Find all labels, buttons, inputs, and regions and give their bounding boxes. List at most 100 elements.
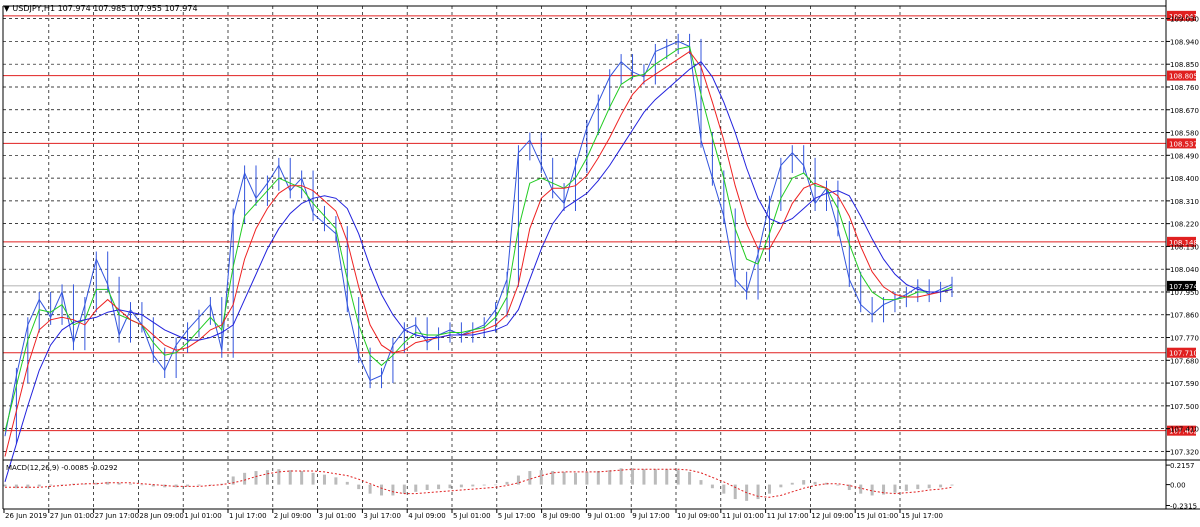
macd-histogram-bar: [596, 471, 600, 485]
x-tick-label: 15 Jul 01:00: [856, 512, 898, 520]
macd-histogram-bar: [585, 471, 589, 485]
chart-header: ▼ USDJPY,H1 107.974 107.985 107.955 107.9…: [4, 4, 198, 13]
x-tick-label: 26 Jun 2019: [5, 512, 47, 520]
x-tick-label: 27 Jun 01:00: [50, 512, 94, 520]
macd-histogram-bar: [471, 484, 475, 487]
macd-histogram-bar: [334, 477, 338, 485]
y-tick-label: 108.040: [1170, 266, 1199, 274]
macd-histogram-bar: [950, 484, 954, 486]
macd-histogram-bar: [140, 484, 144, 486]
macd-histogram-bar: [859, 484, 863, 494]
macd-histogram-bar: [380, 484, 384, 496]
symbol-ohlc-label: USDJPY,H1 107.974 107.985 107.955 107.97…: [12, 4, 198, 13]
y-tick-label: 108.670: [1170, 107, 1199, 115]
x-tick-label: 2 Jul 09:00: [274, 512, 312, 520]
macd-histogram-bar: [37, 484, 41, 487]
macd-histogram-bar: [722, 484, 726, 494]
macd-histogram-bar: [516, 475, 520, 485]
y-tick-label: 108.760: [1170, 84, 1199, 92]
x-tick-label: 9 Jul 17:00: [632, 512, 670, 520]
macd-histogram-bar: [391, 484, 395, 496]
macd-histogram-bar: [265, 470, 269, 485]
x-tick-label: 3 Jul 17:00: [363, 512, 401, 520]
macd-histogram-bar: [129, 483, 133, 485]
macd-histogram-bar: [562, 471, 566, 485]
macd-title: MACD(12,26,9) -0.0085 -0.0292: [6, 464, 118, 472]
y-tick-label: 109.030: [1170, 16, 1199, 24]
macd-histogram-bar: [927, 484, 931, 489]
macd-histogram-bar: [243, 472, 247, 485]
macd-histogram-bar: [870, 484, 874, 496]
macd-histogram-bar: [197, 484, 201, 486]
macd-y-tick-label: 0.2157: [1170, 462, 1195, 470]
x-tick-label: 10 Jul 09:00: [677, 512, 719, 520]
y-tick-label: 108.850: [1170, 61, 1199, 69]
macd-histogram-bar: [505, 481, 509, 485]
price-chart[interactable]: 109.041108.805108.537108.148107.710107.4…: [0, 0, 1200, 523]
macd-histogram-bar: [437, 484, 441, 490]
macd-histogram-bar: [300, 471, 304, 485]
macd-histogram-bar: [813, 481, 817, 485]
y-tick-label: 107.500: [1170, 403, 1199, 411]
x-tick-label: 5 Jul 01:00: [453, 512, 491, 520]
macd-histogram-bar: [802, 480, 806, 485]
macd-histogram-bar: [254, 471, 258, 485]
macd-histogram-bar: [619, 468, 623, 485]
x-tick-label: 11 Jul 01:00: [722, 512, 764, 520]
macd-histogram-bar: [893, 484, 897, 493]
macd-histogram-bar: [288, 470, 292, 485]
triangle-down-icon[interactable]: ▼: [4, 5, 9, 13]
macd-histogram-bar: [836, 484, 840, 486]
y-tick-label: 108.130: [1170, 243, 1199, 251]
macd-histogram-bar: [402, 484, 406, 494]
macd-histogram-bar: [608, 470, 612, 485]
x-tick-label: 3 Jul 01:00: [319, 512, 357, 520]
y-tick-label: 107.320: [1170, 448, 1199, 456]
macd-histogram-bar: [676, 470, 680, 485]
x-tick-label: 9 Jul 01:00: [587, 512, 625, 520]
y-tick-label: 107.860: [1170, 312, 1199, 320]
macd-histogram-bar: [916, 484, 920, 490]
y-tick-label: 107.770: [1170, 335, 1199, 343]
macd-histogram-bar: [904, 484, 908, 491]
y-tick-label: 108.310: [1170, 198, 1199, 206]
macd-histogram-bar: [482, 484, 486, 486]
y-tick-label: 107.590: [1170, 380, 1199, 388]
macd-histogram-bar: [573, 472, 577, 485]
chart-window[interactable]: 109.041 108.805 108.537 108.148 107.710 107.4…: [0, 0, 1200, 523]
macd-histogram-bar: [448, 484, 452, 489]
macd-histogram-bar: [368, 484, 372, 494]
y-tick-label: 108.220: [1170, 221, 1199, 229]
macd-histogram-bar: [322, 474, 326, 485]
macd-histogram-bar: [939, 484, 943, 488]
y-tick-label: 108.490: [1170, 152, 1199, 160]
macd-histogram-bar: [779, 484, 783, 488]
macd-histogram-bar: [3, 484, 7, 487]
macd-histogram-bar: [710, 484, 714, 489]
macd-histogram-bar: [756, 484, 760, 500]
macd-histogram-bar: [231, 476, 235, 485]
level-label: 108.805: [1169, 73, 1198, 81]
macd-histogram-bar: [790, 482, 794, 485]
x-tick-label: 5 Jul 17:00: [498, 512, 536, 520]
macd-histogram-bar: [699, 480, 703, 485]
x-tick-label: 1 Jul 17:00: [229, 512, 267, 520]
macd-histogram-bar: [311, 472, 315, 485]
macd-histogram-bar: [539, 470, 543, 485]
y-tick-label: 108.580: [1170, 130, 1199, 138]
macd-histogram-bar: [688, 471, 692, 485]
x-tick-label: 11 Jul 17:00: [767, 512, 809, 520]
x-tick-label: 8 Jul 09:00: [543, 512, 581, 520]
y-tick-label: 107.950: [1170, 289, 1199, 297]
y-tick-label: 108.940: [1170, 38, 1199, 46]
macd-y-tick-label: -0.2315: [1170, 503, 1197, 511]
macd-histogram-bar: [414, 484, 418, 492]
macd-histogram-bar: [357, 484, 361, 490]
x-tick-label: 4 Jul 09:00: [408, 512, 446, 520]
x-tick-label: 1 Jul 01:00: [184, 512, 222, 520]
macd-histogram-bar: [49, 484, 53, 486]
x-tick-label: 27 Jun 17:00: [95, 512, 139, 520]
x-tick-label: 12 Jul 09:00: [811, 512, 853, 520]
macd-y-tick-label: 0.00: [1170, 482, 1186, 490]
x-tick-label: 15 Jul 17:00: [901, 512, 943, 520]
